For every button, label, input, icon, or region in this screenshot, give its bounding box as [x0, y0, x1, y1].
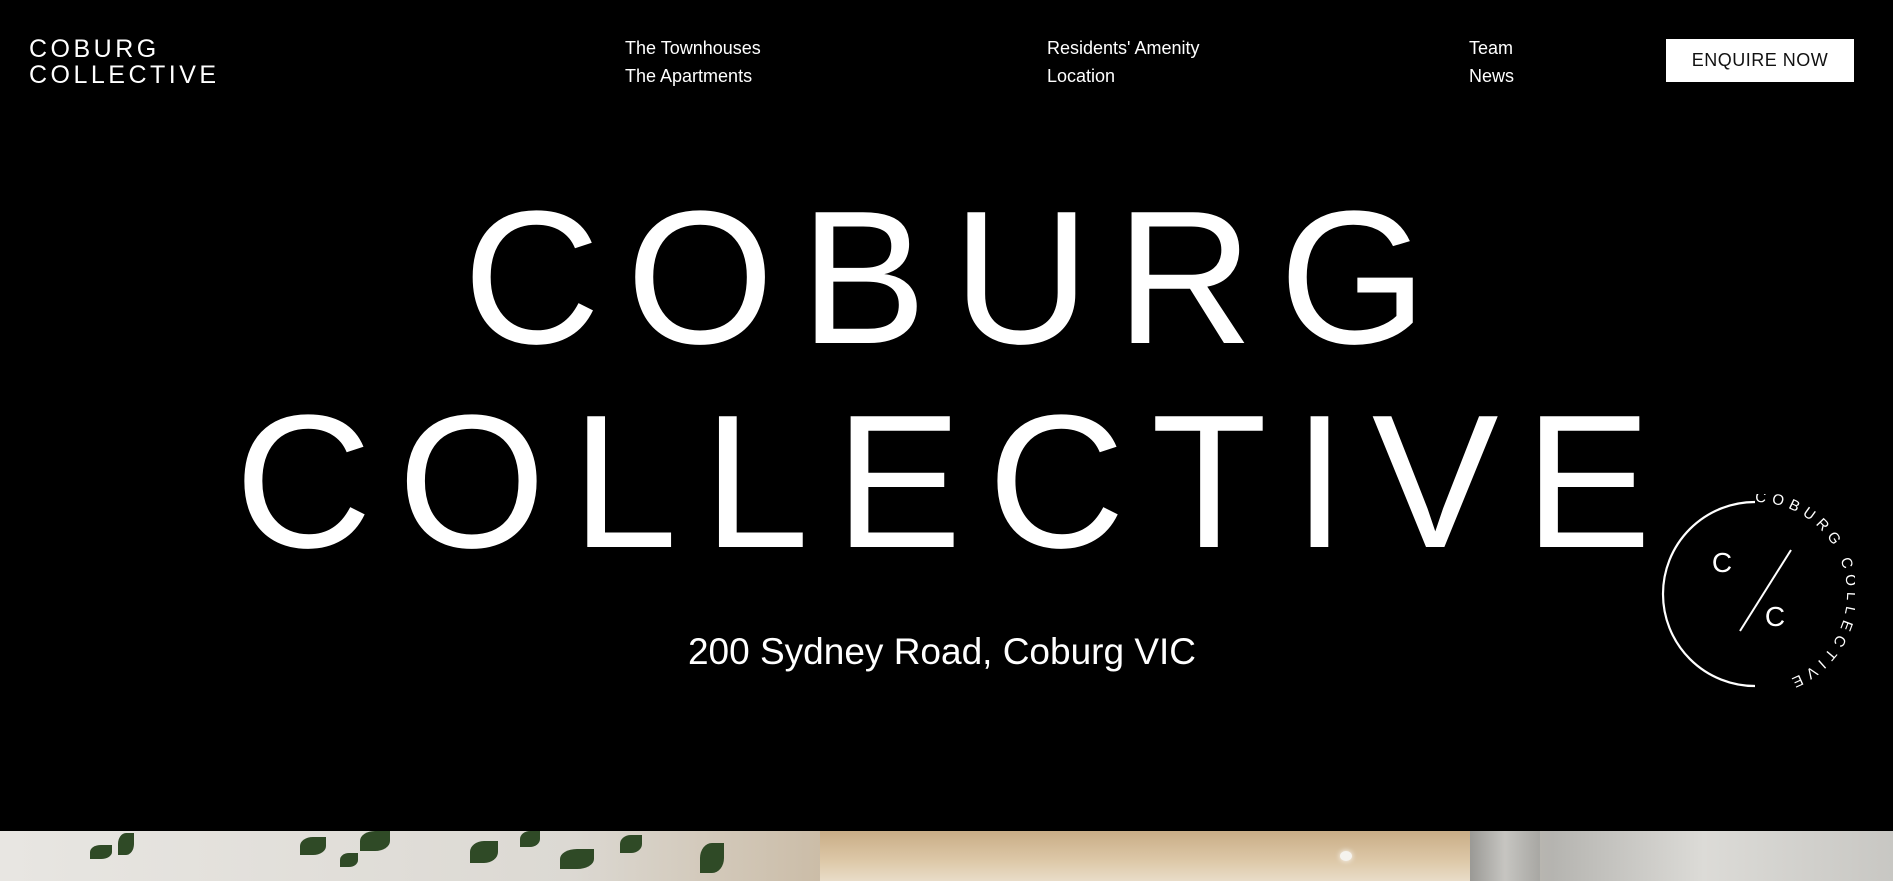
- hero-title-line-2: COLLECTIVE: [234, 376, 1678, 588]
- hero-photo-strip: [0, 831, 1893, 881]
- photo-leaf: [470, 841, 498, 863]
- hero-title-line-1: COBURG: [463, 172, 1453, 384]
- coburg-collective-badge: C C COBURG COLLECTIVE: [1661, 494, 1855, 693]
- badge-ring-textpath: COBURG COLLECTIVE: [1755, 494, 1855, 693]
- photo-leaf: [700, 843, 724, 873]
- photo-leaf: [620, 835, 642, 853]
- badge-ring-text: COBURG COLLECTIVE: [1755, 494, 1855, 693]
- site-logo[interactable]: COBURG COLLECTIVE: [29, 36, 220, 88]
- photo-pillar: [1470, 831, 1540, 881]
- badge-letter-top: C: [1712, 547, 1732, 578]
- photo-leaf: [300, 837, 326, 855]
- enquire-now-button[interactable]: ENQUIRE NOW: [1666, 39, 1854, 82]
- nav-link-news[interactable]: News: [1469, 62, 1514, 90]
- nav-link-townhouses[interactable]: The Townhouses: [625, 34, 761, 62]
- nav-link-team[interactable]: Team: [1469, 34, 1514, 62]
- badge-arc: [1661, 500, 1756, 688]
- photo-leaf: [90, 845, 112, 859]
- logo-line-2: COLLECTIVE: [29, 61, 220, 89]
- nav-column-3: Team News: [1469, 34, 1514, 90]
- nav-link-location[interactable]: Location: [1047, 62, 1200, 90]
- nav-link-residents-amenity[interactable]: Residents' Amenity: [1047, 34, 1200, 62]
- photo-lamp: [1340, 851, 1352, 861]
- photo-ceiling: [820, 831, 1470, 881]
- nav-column-1: The Townhouses The Apartments: [625, 34, 761, 90]
- photo-leaf: [360, 831, 390, 851]
- nav-link-apartments[interactable]: The Apartments: [625, 62, 761, 90]
- badge-letter-bottom: C: [1765, 601, 1785, 632]
- photo-leaf: [520, 831, 540, 847]
- logo-line-1: COBURG: [29, 35, 160, 63]
- nav-column-2: Residents' Amenity Location: [1047, 34, 1200, 90]
- page: COBURG COLLECTIVE The Townhouses The Apa…: [0, 0, 1894, 881]
- photo-leaf: [340, 853, 358, 867]
- photo-leaf: [560, 849, 594, 869]
- photo-leaf: [118, 833, 134, 855]
- hero-title: COBURG COLLECTIVE: [0, 176, 1894, 584]
- hero-address: 200 Sydney Road, Coburg VIC: [687, 631, 1197, 672]
